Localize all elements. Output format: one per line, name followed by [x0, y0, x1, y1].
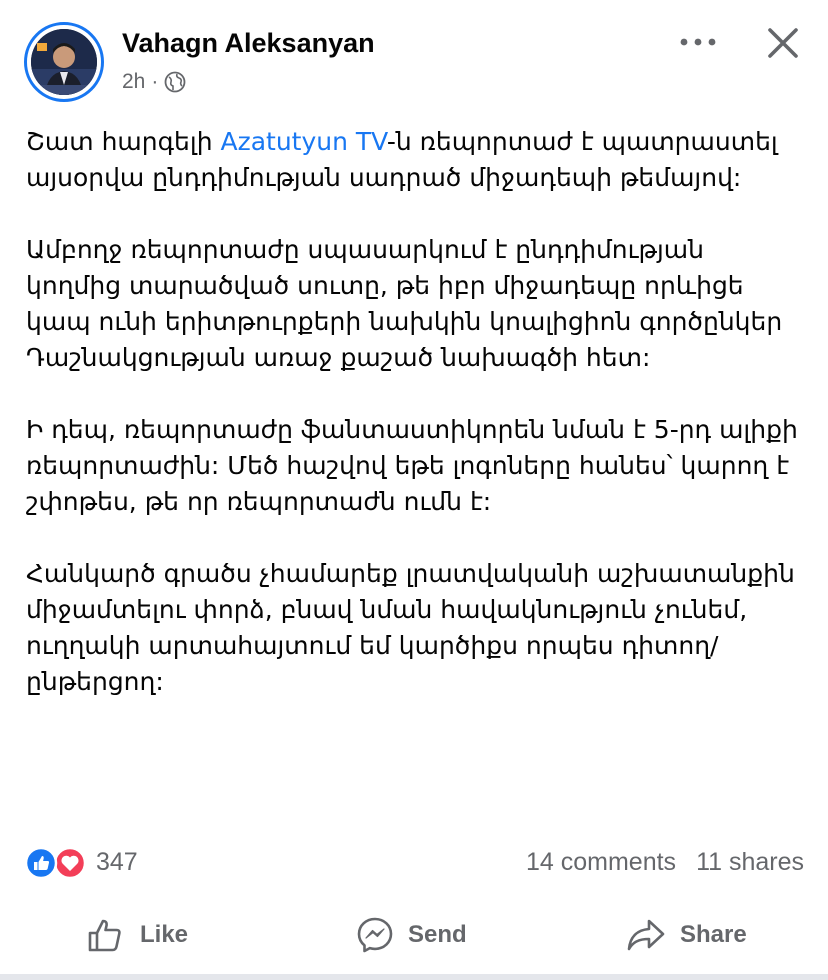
love-reaction-icon — [53, 846, 87, 880]
post-actions: Like Send Share — [0, 900, 828, 970]
comments-count[interactable]: 14 comments — [526, 848, 676, 876]
avatar[interactable] — [24, 22, 104, 102]
more-horizontal-icon — [680, 38, 716, 46]
bottom-divider — [0, 974, 828, 980]
close-button[interactable] — [760, 20, 806, 66]
like-button[interactable]: Like — [86, 900, 188, 970]
author-name[interactable]: Vahagn Aleksanyan — [122, 28, 375, 59]
messenger-icon — [357, 917, 393, 953]
globe-icon — [164, 71, 186, 93]
reaction-count[interactable]: 347 — [96, 848, 138, 877]
post-meta: 2h · — [122, 70, 186, 94]
share-label: Share — [680, 921, 747, 948]
post-header: Vahagn Aleksanyan 2h · — [0, 0, 828, 110]
like-reaction-icon — [24, 846, 58, 880]
reactions-summary: 347 14 comments 11 shares — [24, 840, 804, 888]
paragraph-text: Շատ հարգելի — [26, 127, 221, 156]
page-mention-link[interactable]: Azatutyun TV — [220, 127, 386, 156]
close-icon — [768, 28, 798, 58]
engagement-counts: 14 comments 11 shares — [526, 848, 804, 877]
more-options-button[interactable] — [676, 24, 720, 60]
post-paragraph: Հանկարծ գրածս չհամարեք լրատվականի աշխատա… — [26, 559, 795, 696]
reaction-icons[interactable] — [24, 846, 94, 880]
like-label: Like — [140, 921, 189, 948]
post-paragraph: Ամբողջ ռեպորտաժը սպասարկում է ընդդիմությ… — [26, 235, 783, 372]
post-text: Շատ հարգելի Azatutyun TV-ն ռեպորտաժ է պա… — [26, 124, 806, 736]
send-button[interactable]: Send — [356, 900, 467, 970]
post-time[interactable]: 2h — [122, 70, 145, 94]
post-paragraph: Շատ հարգելի Azatutyun TV-ն ռեպորտաժ է պա… — [26, 124, 806, 196]
share-arrow-icon — [627, 919, 665, 951]
shares-count[interactable]: 11 shares — [696, 848, 804, 876]
post-paragraph: Ի դեպ, ռեպորտաժը ֆանտաստիկորեն նման է 5-… — [26, 415, 798, 516]
share-button[interactable]: Share — [626, 900, 747, 970]
profile-photo — [31, 29, 97, 95]
send-label: Send — [408, 921, 467, 948]
thumbs-up-icon — [88, 919, 121, 952]
meta-separator: · — [151, 70, 159, 93]
